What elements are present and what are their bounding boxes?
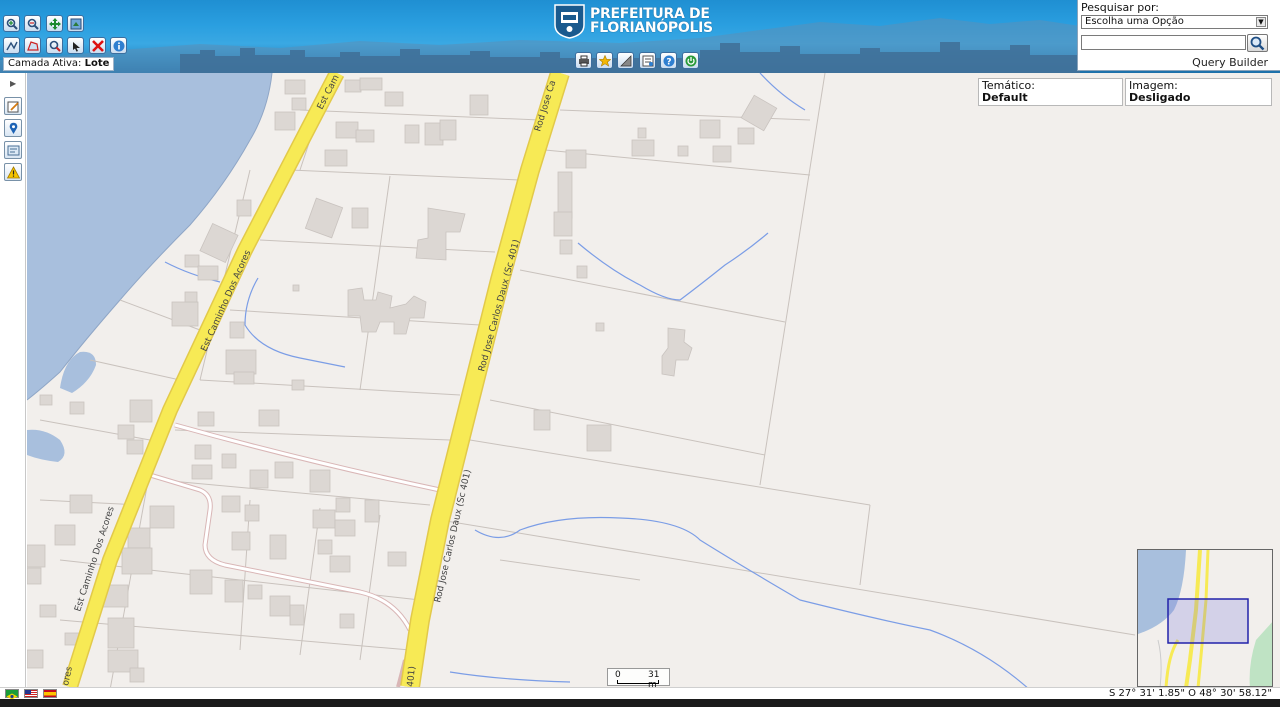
expand-panel-icon[interactable]: ▶	[10, 79, 16, 88]
overview-map[interactable]	[1137, 549, 1273, 687]
image-value: Desligado	[1129, 91, 1191, 104]
thematic-value: Default	[982, 91, 1028, 104]
scale-bar: 0 31 m	[607, 668, 670, 690]
scale-line	[617, 680, 659, 684]
city-crest-icon	[554, 4, 585, 39]
thematic-box[interactable]: Temático: Default	[978, 78, 1123, 106]
info-icon[interactable]	[110, 37, 127, 54]
select-icon[interactable]	[67, 37, 84, 54]
export-icon[interactable]	[639, 52, 656, 69]
coordinates-readout: S 27° 31' 1.85" O 48° 30' 58.12"	[1109, 688, 1272, 699]
prefeitura-logo: PREFEITURA DE FLORIANÓPOLIS	[553, 3, 713, 39]
search-type-select[interactable]: Escolha uma Opção ▼	[1081, 15, 1268, 29]
active-layer-value: Lote	[84, 58, 110, 69]
clear-icon[interactable]	[89, 37, 106, 54]
scale-start: 0	[615, 670, 621, 680]
map-canvas[interactable]: Est Caminho Dos Acores Est Caminho Dos A…	[27, 73, 1280, 687]
map-application: Camada Ativa: Lote PREFEITURA DE FLORIAN…	[0, 0, 1280, 707]
search-button[interactable]	[1247, 34, 1268, 52]
search-icon	[1250, 36, 1265, 51]
search-input[interactable]	[1081, 35, 1246, 50]
notes-icon[interactable]	[4, 141, 22, 159]
logo-line-2: FLORIANÓPOLIS	[590, 20, 713, 36]
chevron-down-icon[interactable]: ▼	[1256, 17, 1266, 27]
left-tool-strip: ▶	[0, 73, 26, 687]
search-type-selected: Escolha uma Opção	[1085, 16, 1184, 27]
active-layer-label: Camada Ativa:	[8, 58, 82, 69]
status-bar: S 27° 31' 1.85" O 48° 30' 58.12"	[0, 687, 1280, 700]
pan-icon[interactable]	[46, 15, 63, 32]
zoom-out-icon[interactable]	[24, 15, 41, 32]
marker-icon[interactable]	[4, 119, 22, 137]
zoom-in-icon[interactable]	[3, 15, 20, 32]
search-label: Pesquisar por:	[1081, 1, 1159, 14]
measure-area-icon[interactable]	[24, 37, 41, 54]
svg-text:?: ?	[666, 57, 671, 67]
favorite-icon[interactable]	[596, 52, 613, 69]
city-skyline-graphic	[0, 18, 1080, 73]
active-layer-indicator: Camada Ativa: Lote	[3, 57, 114, 71]
help-icon[interactable]: ?	[660, 52, 677, 69]
brazil-flag-icon[interactable]	[5, 689, 19, 700]
base-map[interactable]: Est Caminho Dos Acores Est Caminho Dos A…	[27, 73, 1280, 687]
search-panel: Pesquisar por: Escolha uma Opção ▼ Query…	[1077, 0, 1280, 71]
logo-line-1: PREFEITURA DE	[590, 6, 710, 22]
logout-icon[interactable]	[682, 52, 699, 69]
road-label-carlos-daux-bottom: 401)	[406, 666, 418, 687]
query-builder-link[interactable]: Query Builder	[1192, 56, 1268, 69]
image-box[interactable]: Imagem: Desligado	[1125, 78, 1272, 106]
overview-map-graphic	[1138, 550, 1272, 686]
warning-icon[interactable]	[4, 163, 22, 181]
zoom-box-icon[interactable]	[46, 37, 63, 54]
taskbar-strip	[0, 699, 1280, 707]
spain-flag-icon[interactable]	[43, 689, 57, 698]
print-icon[interactable]	[575, 52, 592, 69]
measure-distance-icon[interactable]	[3, 37, 20, 54]
full-extent-icon[interactable]	[67, 15, 84, 32]
usa-flag-icon[interactable]	[24, 689, 38, 698]
edit-icon[interactable]	[4, 97, 22, 115]
measure-icon[interactable]	[617, 52, 634, 69]
